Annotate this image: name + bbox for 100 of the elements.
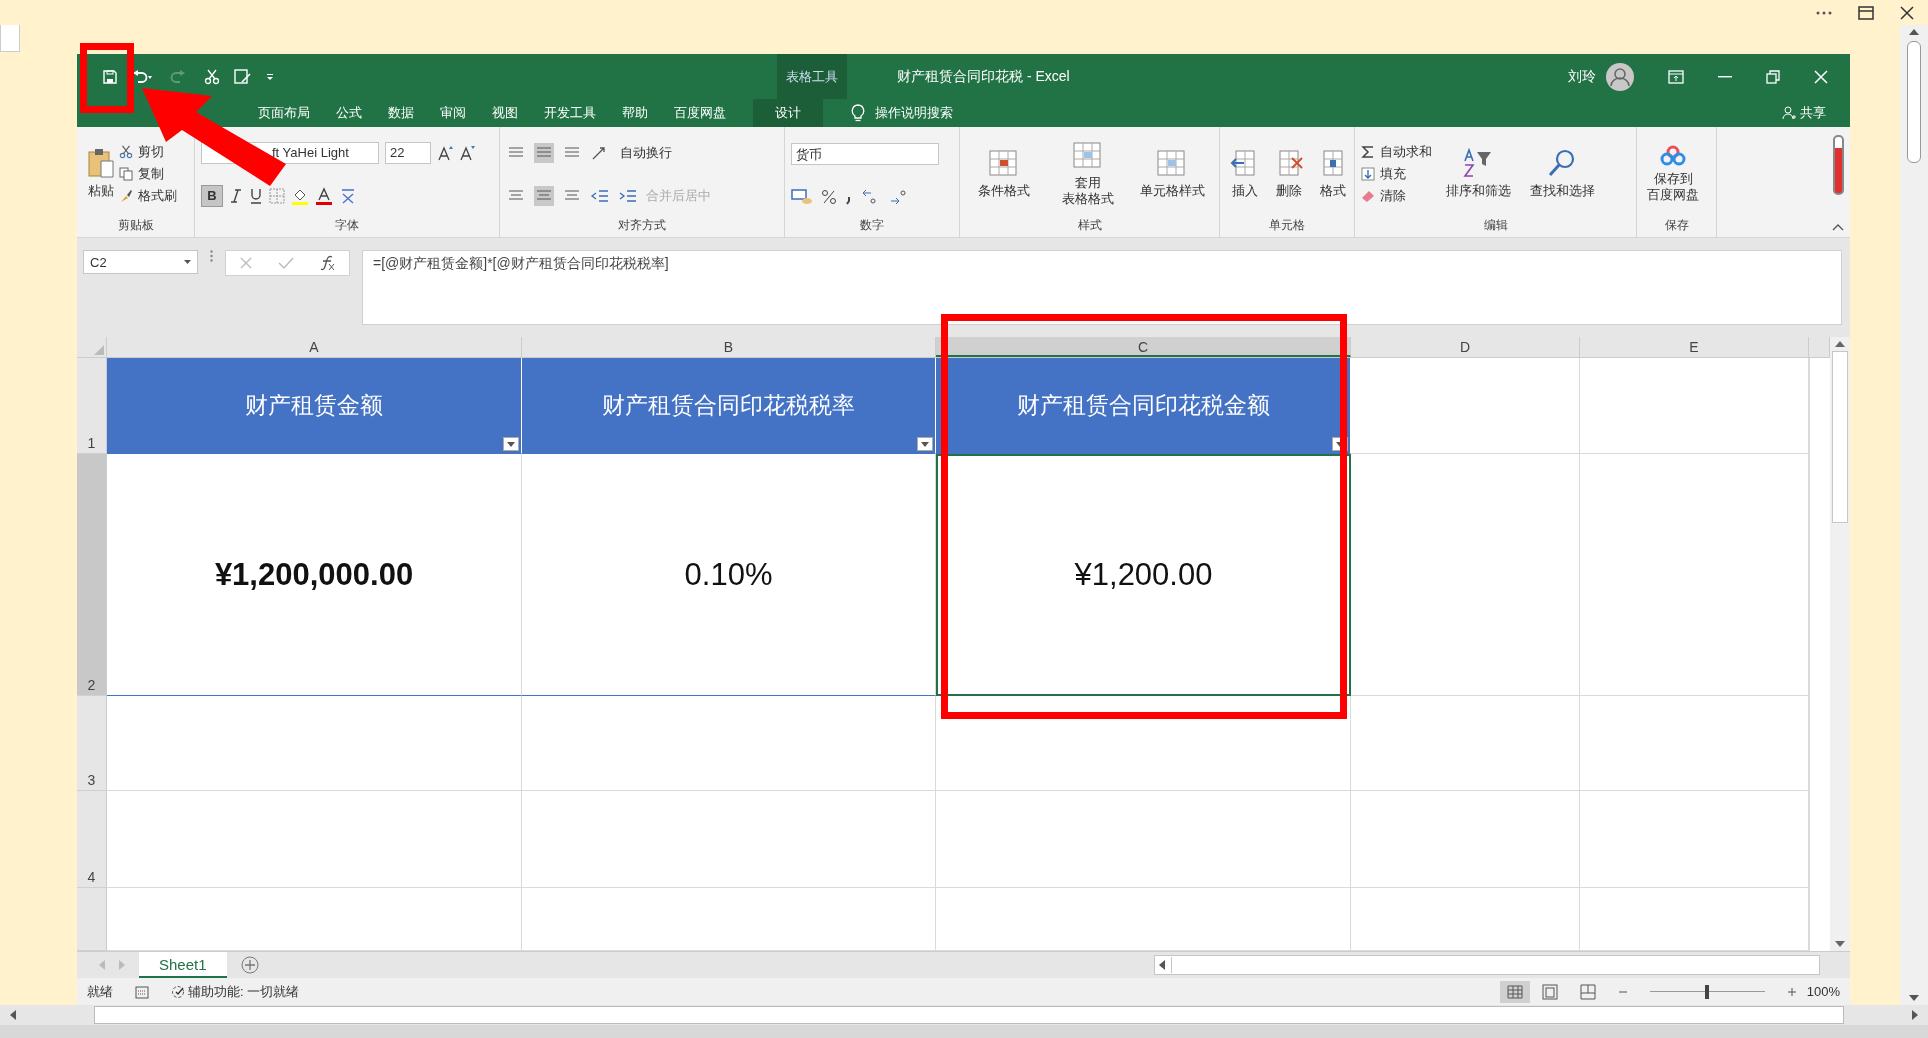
font-size-field[interactable]: 22	[385, 141, 431, 164]
undo-icon[interactable]	[132, 68, 154, 85]
row-header[interactable]: 2	[77, 454, 107, 696]
grid-cell[interactable]	[936, 791, 1351, 888]
cancel-icon[interactable]	[238, 256, 253, 270]
filter-dropdown-icon[interactable]	[917, 437, 933, 451]
row-header[interactable]: 4	[77, 791, 107, 888]
table-header-cell[interactable]: 财产租赁合同印花税税率	[522, 358, 936, 454]
lightbulb-icon[interactable]	[851, 104, 865, 122]
table-cell[interactable]: ¥1,200.00	[936, 454, 1351, 696]
number-format-field[interactable]: 货币	[791, 142, 939, 165]
format-painter-button[interactable]: 格式刷	[119, 187, 177, 205]
macro-icon[interactable]	[135, 984, 149, 999]
ribbon-display-icon[interactable]	[1668, 69, 1684, 84]
scissors-icon[interactable]	[204, 68, 220, 85]
grid-cell[interactable]	[1351, 454, 1580, 696]
column-header[interactable]: A	[107, 337, 522, 357]
zoom-level[interactable]: 100%	[1806, 984, 1840, 999]
vertical-scrollbar[interactable]	[1830, 337, 1850, 951]
save-to-cloud-button[interactable]: 保存到 百度网盘	[1643, 144, 1703, 204]
grid-cell[interactable]	[1809, 888, 1810, 951]
ribbon-tab[interactable]: 帮助	[609, 99, 661, 127]
accessibility-status[interactable]: 辅助功能: 一切就绪	[171, 982, 300, 1001]
copy-button[interactable]: 复制	[119, 165, 177, 183]
wrap-text-button[interactable]: 自动换行	[620, 143, 672, 162]
align-icon[interactable]	[534, 185, 554, 206]
scroll-thumb[interactable]	[1907, 41, 1921, 163]
user-name[interactable]: 刘玲	[1568, 67, 1596, 86]
page-scrollbar[interactable]	[1900, 25, 1928, 1005]
grid-cell[interactable]	[1580, 358, 1809, 454]
filter-dropdown-icon[interactable]	[503, 437, 519, 451]
ribbon-tab[interactable]: 视图	[479, 99, 531, 127]
scroll-thumb[interactable]	[1832, 351, 1848, 523]
ribbon-tab[interactable]: 百度网盘	[661, 99, 739, 127]
scroll-left-icon[interactable]	[1159, 960, 1165, 970]
form-icon[interactable]	[234, 68, 252, 85]
tell-me-search[interactable]: 操作说明搜索	[875, 104, 953, 122]
add-sheet-icon[interactable]	[240, 956, 259, 974]
clear-button[interactable]: 清除	[1361, 187, 1432, 205]
minimize-icon[interactable]	[1718, 75, 1732, 78]
name-box[interactable]: C2	[83, 250, 198, 274]
grid-cell[interactable]	[1809, 358, 1810, 454]
grid-cell[interactable]	[522, 791, 936, 888]
scroll-down-icon[interactable]	[1835, 941, 1845, 947]
normal-view-icon[interactable]	[1499, 980, 1530, 1003]
scroll-right-icon[interactable]	[1912, 1010, 1918, 1020]
grid-cell[interactable]	[107, 696, 522, 791]
cells-button[interactable]: 插入	[1226, 148, 1264, 200]
table-cell[interactable]: 0.10%	[522, 454, 936, 696]
grid-cell[interactable]	[1580, 454, 1809, 696]
fill-button[interactable]: 填充	[1361, 165, 1432, 183]
decrease-decimal-icon[interactable]	[889, 187, 909, 206]
phonetic-icon[interactable]	[339, 186, 357, 205]
page-break-icon[interactable]	[1579, 983, 1596, 1000]
formula-field[interactable]: =[@财产租赁金额]*[@财产租赁合同印花税税率]	[362, 250, 1842, 325]
align-icon[interactable]	[534, 142, 554, 163]
scroll-up-icon[interactable]	[1835, 341, 1845, 347]
window-icon[interactable]	[1858, 5, 1874, 20]
font-color-icon[interactable]	[315, 186, 333, 205]
ribbon-scrollbar[interactable]	[1832, 135, 1844, 195]
scroll-down-icon[interactable]	[1909, 995, 1919, 1001]
style-button[interactable]: 单元格样式	[1134, 148, 1210, 200]
underline-icon[interactable]	[249, 187, 263, 204]
save-icon[interactable]	[102, 68, 118, 85]
grid-cell[interactable]	[1351, 791, 1580, 888]
table-header-cell[interactable]: 财产租赁合同印花税金额	[936, 358, 1351, 454]
zoom-in-icon[interactable]	[1786, 986, 1797, 997]
scroll-thumb[interactable]	[1171, 957, 1172, 973]
column-header[interactable]: C	[936, 337, 1351, 357]
style-button[interactable]: 条件格式	[966, 148, 1042, 200]
check-icon[interactable]	[278, 256, 295, 270]
grid-cell[interactable]	[1809, 454, 1810, 696]
grid-cell[interactable]	[1809, 696, 1810, 791]
paste-button[interactable]: 粘贴	[83, 148, 119, 200]
bold-button[interactable]: B	[201, 184, 223, 207]
ribbon-tab[interactable]: 页面布局	[245, 99, 323, 127]
scroll-left-icon[interactable]	[10, 1010, 16, 1020]
style-button[interactable]: 套用 表格格式	[1050, 140, 1126, 208]
sort-filter-button[interactable]: 排序和筛选	[1440, 148, 1516, 200]
close-icon[interactable]	[1900, 5, 1914, 20]
shrink-font-icon[interactable]	[459, 144, 475, 161]
more-icon[interactable]	[1816, 10, 1832, 15]
sheet-tab[interactable]: Sheet1	[139, 952, 227, 978]
grid-cell[interactable]	[107, 791, 522, 888]
grid-cell[interactable]	[522, 696, 936, 791]
grid-cell[interactable]	[1580, 791, 1809, 888]
ribbon-tab[interactable]: 开发工具	[531, 99, 609, 127]
avatar-icon[interactable]	[1606, 62, 1634, 91]
horizontal-scrollbar[interactable]	[1154, 955, 1820, 975]
scroll-up-icon[interactable]	[1909, 29, 1919, 35]
grid-cell[interactable]	[1809, 791, 1810, 888]
page-horizontal-scrollbar[interactable]	[0, 1005, 1928, 1025]
grid-cell[interactable]	[1351, 358, 1580, 454]
autosum-button[interactable]: 自动求和	[1361, 143, 1432, 161]
page-layout-icon[interactable]	[1541, 983, 1558, 1000]
cut-button[interactable]: 剪切	[119, 143, 177, 161]
grid-cell[interactable]	[1580, 696, 1809, 791]
column-header[interactable]: D	[1351, 337, 1580, 357]
ribbon-tab[interactable]: 公式	[323, 99, 375, 127]
table-cell[interactable]: ¥1,200,000.00	[107, 454, 522, 696]
